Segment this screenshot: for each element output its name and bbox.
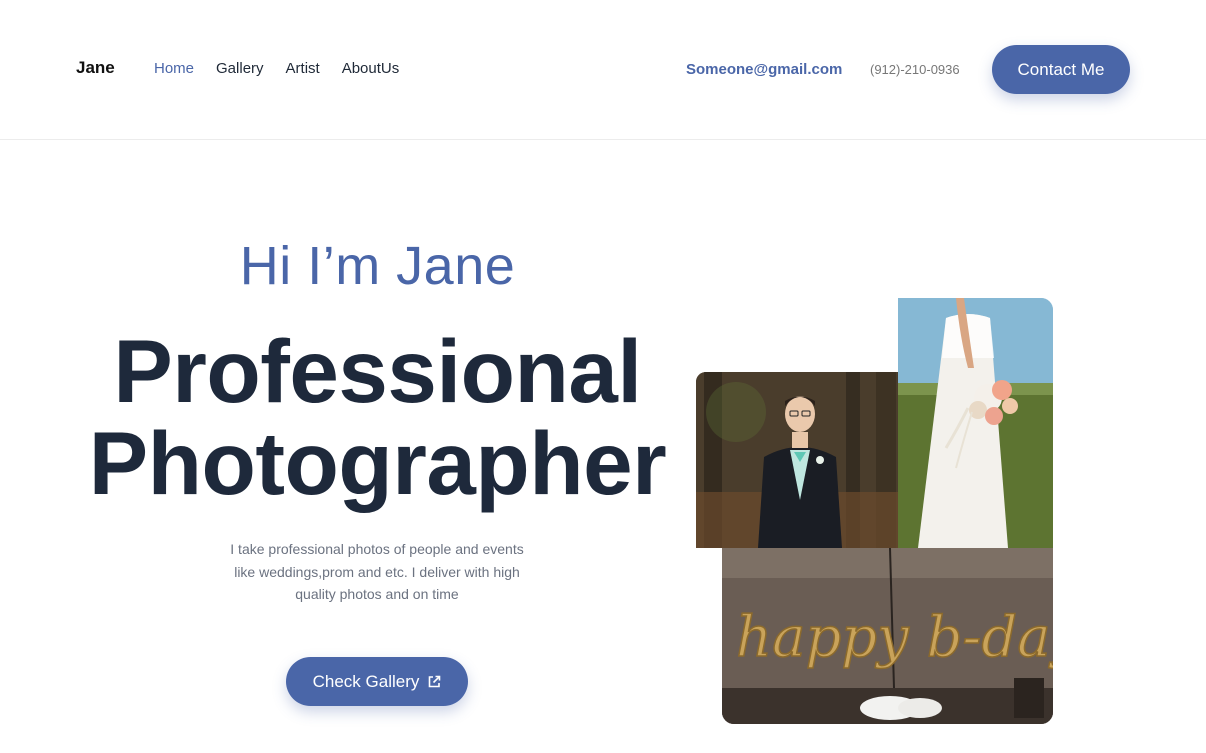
phone-number: (912)-210-0936 bbox=[870, 62, 960, 77]
main-menu: Home Gallery Artist AboutUs bbox=[154, 60, 421, 77]
menu-item-artist[interactable]: Artist bbox=[286, 60, 320, 77]
headline-line-2: Photographer bbox=[88, 413, 667, 513]
menu-item-gallery[interactable]: Gallery bbox=[216, 60, 264, 77]
prom-portrait-photo bbox=[696, 372, 899, 548]
check-gallery-label: Check Gallery bbox=[312, 671, 420, 691]
bride-bouquet-photo bbox=[898, 298, 1053, 548]
brand-logo[interactable]: Jane bbox=[76, 58, 115, 78]
menu-item-aboutus[interactable]: AboutUs bbox=[342, 60, 400, 77]
hero-description: I take professional photos of people and… bbox=[230, 541, 524, 602]
birthday-balloon-text: happy b-day bbox=[736, 605, 1053, 670]
contact-me-button[interactable]: Contact Me bbox=[992, 45, 1130, 94]
check-gallery-button[interactable]: Check Gallery bbox=[286, 657, 468, 706]
headline-line-1: Professional bbox=[113, 321, 642, 421]
email-link[interactable]: Someone@gmail.com bbox=[686, 61, 842, 78]
external-link-icon bbox=[427, 675, 441, 689]
top-navbar: Jane Home Gallery Artist AboutUs Someone… bbox=[0, 0, 1206, 140]
hero-greeting: Hi I’m Jane bbox=[239, 236, 516, 296]
hero-headline: Professional Photographer bbox=[0, 325, 755, 509]
happy-bday-balloons-photo: happy b-day bbox=[722, 548, 1053, 724]
menu-item-home[interactable]: Home bbox=[154, 60, 194, 77]
